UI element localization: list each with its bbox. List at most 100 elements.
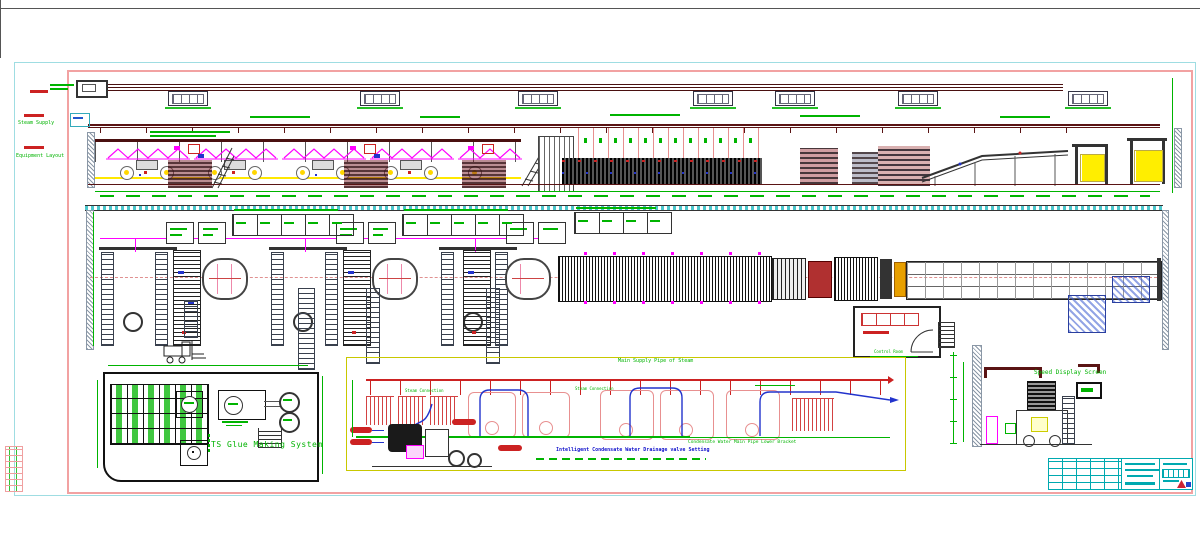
plan-left-dim: [93, 212, 94, 346]
power-drop-box: [360, 91, 400, 106]
paper-roll-capsule: [202, 258, 248, 300]
tank-glyph: [283, 399, 292, 401]
steam-main-title: Main Supply Pipe of Steam: [618, 359, 693, 364]
stacker-post: [1105, 146, 1108, 184]
bridge-conveyor-plan: [298, 288, 315, 370]
yellow-pad: [428, 170, 433, 175]
shear-unit-plan: [772, 258, 806, 300]
blue-mark: [348, 271, 354, 274]
callout-pill: [452, 419, 476, 425]
steam-connection-label: Steam Connection: [575, 387, 614, 391]
display-screen-box: [1076, 382, 1102, 399]
label-box: [368, 222, 396, 244]
yellow-pad: [300, 170, 305, 175]
magenta-tick: [468, 146, 474, 150]
red-box: [482, 144, 494, 154]
label-glyphs: [373, 228, 388, 230]
condensate-pump: [467, 453, 482, 468]
equipment-cell-row: [402, 214, 524, 236]
paper-stack: [1134, 150, 1163, 182]
stand-column: [441, 252, 454, 346]
callout-leader: [372, 430, 384, 431]
drum: [400, 160, 422, 170]
glue-dim-right: [322, 376, 323, 474]
drawing-sheet: Steam Supply Equipment Layout: [0, 0, 1200, 557]
mixer-box-small: [176, 391, 203, 418]
elev-tag-dash: [73, 117, 83, 119]
right-wall-hatch: [1174, 128, 1182, 188]
dim-vline: [963, 362, 964, 442]
magenta-tick-row: [558, 252, 770, 255]
title-text: [1163, 480, 1179, 482]
magenta-unit: [986, 416, 998, 444]
magenta-tick: [350, 146, 356, 150]
label-glyphs: [170, 228, 187, 230]
condensate-pipe-routing-icon: [388, 380, 900, 442]
dryend-cluster: [800, 148, 838, 184]
stacker-post: [1075, 146, 1078, 184]
annotation-dash: [50, 88, 68, 90]
blue-dot: [139, 174, 141, 176]
room-code: [863, 331, 889, 334]
annotation-dash: [1000, 116, 1050, 118]
company-logo-blue: [1186, 482, 1191, 487]
label-glyphs: [203, 234, 213, 236]
dryend-cluster: [852, 152, 878, 184]
red-box: [188, 144, 200, 154]
yellow-panel: [1031, 417, 1048, 432]
row-caption: [234, 209, 338, 211]
red-dot: [144, 171, 147, 174]
blue-mark: [178, 271, 184, 274]
dim-ticks: [950, 352, 957, 444]
mixer-circle: [181, 396, 198, 413]
row-caption: [576, 207, 656, 209]
red-mark: [472, 331, 476, 334]
cabinet-row: [861, 313, 919, 326]
label-glyphs: [543, 228, 558, 230]
blue-dot: [315, 174, 317, 176]
magenta-drop: [135, 238, 136, 252]
mixer-circle: [224, 396, 243, 415]
title-divider: [1159, 459, 1160, 489]
power-drop-box: [693, 91, 733, 106]
annotation-dash: [50, 84, 74, 86]
door-swing-icon: [909, 328, 937, 354]
storage-tank: [279, 412, 300, 433]
single-facer-elevation: [462, 142, 506, 188]
pump-circle: [187, 446, 201, 460]
roll-line: [231, 264, 232, 294]
vertical-caption: [208, 432, 210, 452]
mill-roll-stand: [95, 247, 185, 347]
roll-line: [217, 264, 218, 294]
plan-right-wall: [1162, 210, 1169, 350]
pipe-note-line: [150, 135, 216, 137]
power-drop-box: [1068, 91, 1108, 106]
paper-stack: [1080, 154, 1105, 182]
title-cell-row: [1162, 469, 1190, 478]
power-drop-box: [518, 91, 558, 106]
blue-mark: [468, 271, 474, 274]
stand-column: [271, 252, 284, 346]
right-dim-vline: [1172, 78, 1173, 193]
drainage-system-title: Intelligent Condensate Water Drainage va…: [556, 448, 710, 453]
tank-glyph: [283, 419, 292, 421]
double-facer-plan: [558, 256, 772, 302]
stand-column: [325, 252, 338, 346]
roll-line: [401, 264, 402, 294]
dim-line: [95, 191, 1160, 192]
single-facer-elevation: [344, 142, 388, 188]
annotation-dash: [420, 116, 460, 118]
title-text: [1163, 463, 1187, 465]
title-text-bold: [1125, 482, 1155, 485]
mixer-caption: [222, 421, 248, 423]
callout-pill: [350, 439, 372, 445]
glue-dim-top: [108, 365, 308, 366]
annotation-dash: [755, 385, 795, 386]
callout-pill: [350, 427, 372, 433]
glue-dim-left: [97, 380, 98, 468]
roll-axis: [209, 278, 241, 279]
steam-main-pipe: [88, 124, 1160, 126]
title-text: [1125, 463, 1155, 465]
control-room-label: Control Room: [874, 350, 903, 354]
cutoff-unit-plan: [834, 257, 878, 301]
